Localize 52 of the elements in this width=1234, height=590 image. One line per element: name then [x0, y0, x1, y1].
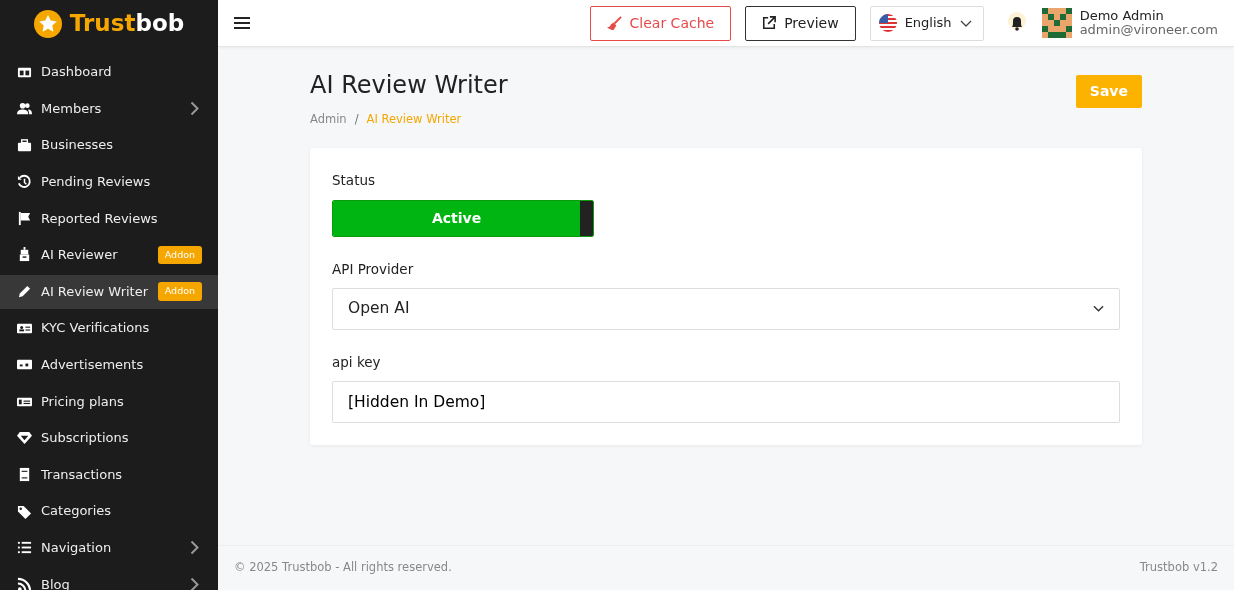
briefcase-icon	[17, 137, 32, 153]
list-icon	[17, 540, 32, 556]
preview-button[interactable]: Preview	[745, 5, 856, 41]
field-label: Status	[332, 171, 377, 191]
logo-text: Trustbob	[69, 9, 185, 39]
version-text: Trustbob v1.2	[1139, 559, 1218, 577]
sidebar-item[interactable]: Members	[0, 91, 218, 126]
chevron-down-icon	[1093, 305, 1104, 313]
field-label: api key	[332, 352, 382, 372]
page-title: AI Review Writer	[310, 70, 508, 101]
rss-icon	[17, 576, 32, 590]
breadcrumb-separator: /	[354, 111, 359, 128]
sidebar-item[interactable]: Businesses	[0, 128, 218, 163]
breadcrumb-item: AI Review Writer	[366, 111, 462, 128]
sidebar-item[interactable]: Categories	[0, 494, 218, 529]
api-key-field[interactable]: [Hidden In Demo]	[332, 381, 1120, 423]
sidebar-item[interactable]: KYC Verifications	[0, 311, 218, 346]
star-logo-icon	[33, 9, 62, 38]
gem-icon	[17, 430, 32, 446]
copyright-text: © 2025 Trustbob - All rights reserved.	[234, 559, 452, 577]
tag-icon	[17, 503, 32, 519]
clear-cache-button[interactable]: Clear Cache	[589, 5, 732, 41]
sidebar-item[interactable]: Transactions	[0, 457, 218, 492]
robot-icon	[17, 247, 32, 263]
provider-select[interactable]: Open AI	[332, 287, 1120, 330]
sidebar-item[interactable]: AI Reviewer Addon	[0, 237, 218, 272]
history-icon	[17, 174, 32, 190]
pencil-icon	[17, 284, 32, 300]
receipt-icon	[17, 467, 32, 483]
chevron-down-icon	[959, 19, 972, 27]
menu-icon[interactable]	[234, 16, 250, 30]
sidebar-item[interactable]: Pricing plans	[0, 384, 218, 419]
external-link-icon	[762, 16, 777, 30]
flag-icon	[17, 210, 32, 226]
field-label: API Provider	[332, 259, 415, 279]
user-email: admin@vironeer.com	[1079, 23, 1218, 38]
flag-icon	[878, 14, 897, 32]
sidebar-item[interactable]: Pending Reviews	[0, 164, 218, 199]
sidebar-item[interactable]: Subscriptions	[0, 420, 218, 455]
bell-icon[interactable]	[1005, 12, 1028, 34]
language-dropdown[interactable]: English	[869, 5, 984, 41]
sidebar-item[interactable]: Advertisements	[0, 347, 218, 382]
sidebar-item[interactable]: Dashboard	[0, 55, 218, 89]
addon-badge: Addon	[157, 282, 202, 301]
addon-badge: Addon	[157, 245, 202, 265]
sidebar-item[interactable]: AI Review Writer Addon	[0, 274, 218, 309]
sidebar-item[interactable]: Reported Reviews	[0, 201, 218, 236]
broom-icon	[606, 15, 622, 31]
users-icon	[17, 101, 32, 117]
user-name: Demo Admin	[1079, 8, 1165, 23]
avatar-icon[interactable]	[1041, 8, 1072, 38]
sidebar-item[interactable]: Navigation	[0, 530, 218, 565]
